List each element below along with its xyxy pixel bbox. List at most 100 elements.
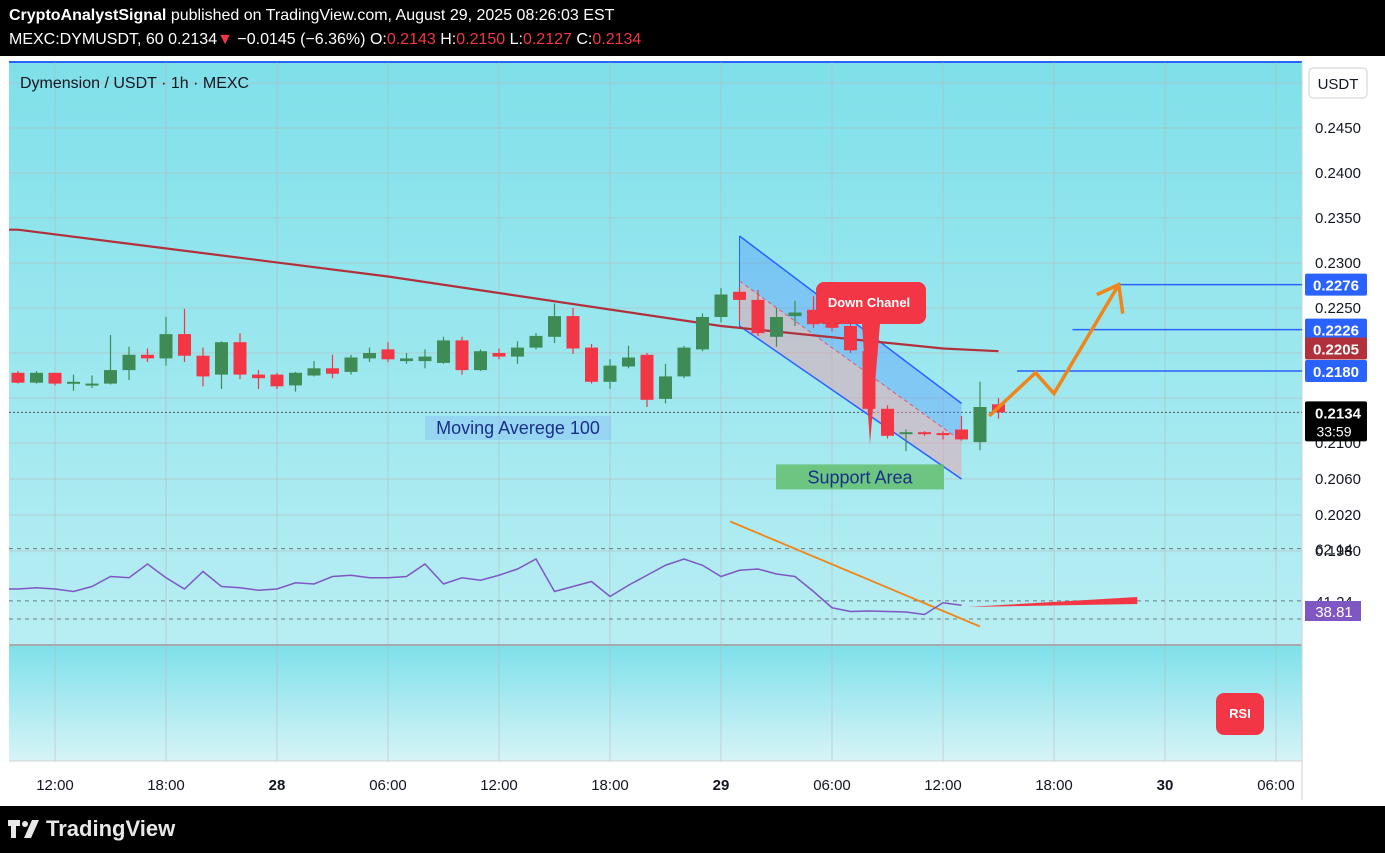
- time-tick-label: 18:00: [147, 777, 185, 794]
- price-tick-label: 0.2060: [1315, 471, 1361, 488]
- candle-body: [622, 357, 635, 367]
- rsi-callout-label: RSI: [1229, 706, 1251, 721]
- candle-body: [973, 407, 987, 443]
- published-text: published on TradingView.com, August 29,…: [170, 7, 615, 24]
- rsi-pane-background: [9, 646, 1302, 761]
- candle-body: [159, 334, 173, 359]
- publish-line: CryptoAnalystSignal published on Trading…: [9, 7, 614, 25]
- price-tag-text: 0.2205: [1313, 342, 1359, 359]
- high-value: 0.2150: [456, 31, 506, 48]
- candle-body: [233, 342, 247, 375]
- price-tag: 0.2276: [1305, 273, 1367, 296]
- price-tick-label: 0.2020: [1315, 507, 1361, 524]
- currency-label: USDT: [1318, 76, 1359, 93]
- tradingview-logo-text: TradingView: [46, 816, 176, 841]
- price-tag: 0.2205: [1305, 337, 1367, 360]
- candle: [677, 345, 691, 379]
- candle-body: [67, 381, 80, 384]
- candle-body: [548, 316, 561, 337]
- candle-body: [566, 316, 580, 349]
- candle: [48, 372, 62, 386]
- close-label: C:: [576, 31, 593, 48]
- candle-body: [585, 347, 598, 382]
- candle-body: [85, 383, 99, 386]
- currency-button[interactable]: USDT: [1308, 67, 1368, 99]
- candle: [585, 344, 598, 384]
- candle-body: [603, 365, 617, 382]
- price-change: −0.0145 (−6.36%): [237, 31, 366, 48]
- time-tick-label: 06:00: [1257, 777, 1295, 794]
- moving-average-label: Moving Averege 100: [425, 416, 611, 440]
- time-axis-background: [9, 761, 1302, 800]
- last-price: 0.2134: [168, 31, 218, 48]
- candle: [640, 353, 654, 407]
- candle-body: [529, 335, 543, 348]
- candle-body: [252, 374, 265, 379]
- time-tick-label: 12:00: [924, 777, 962, 794]
- candle-body: [511, 347, 524, 357]
- down-arrow-icon: ▼: [217, 31, 233, 48]
- price-tick-label: 0.2450: [1315, 120, 1361, 137]
- support-area: Support Area: [776, 464, 944, 490]
- candle: [696, 313, 709, 352]
- candle-body: [196, 355, 210, 377]
- candle-body: [955, 429, 968, 440]
- low-value: 0.2127: [522, 31, 572, 48]
- price-tag: 0.213433:59: [1305, 401, 1367, 442]
- candle-body: [437, 340, 450, 363]
- time-tick-label: 30: [1157, 777, 1174, 794]
- tradingview-logo[interactable]: TradingView: [8, 816, 175, 842]
- candle: [344, 354, 358, 375]
- candle-body: [400, 358, 413, 362]
- candle-body: [418, 356, 432, 362]
- price-tag-text: 0.2226: [1313, 323, 1359, 340]
- ma-label-text: Moving Averege 100: [436, 418, 600, 438]
- candle-countdown: 33:59: [1316, 423, 1351, 439]
- chart-frame[interactable]: Support Area Moving Averege 100 Down Chane…: [0, 56, 1385, 806]
- open-label: O:: [369, 31, 387, 48]
- price-tag: 0.2226: [1305, 318, 1367, 341]
- candle: [30, 371, 43, 384]
- candle-body: [696, 317, 709, 350]
- open-value: 0.2143: [386, 31, 436, 48]
- candle-body: [215, 342, 228, 375]
- down-channel-label: Down Chanel: [828, 295, 910, 310]
- candle-body: [178, 334, 191, 356]
- support-area-label: Support Area: [807, 467, 913, 487]
- price-tick-label: 0.2250: [1315, 300, 1361, 317]
- candle: [881, 405, 894, 439]
- candle-body: [307, 368, 321, 376]
- rsi-tick-label: 62.14: [1315, 542, 1353, 559]
- candle-body: [122, 354, 136, 371]
- time-tick-label: 29: [713, 777, 730, 794]
- time-tick-label: 18:00: [1035, 777, 1073, 794]
- candle-body: [11, 372, 25, 383]
- candle-body: [918, 432, 931, 435]
- candle-body: [48, 372, 62, 384]
- rsi-callout: RSI: [1216, 693, 1264, 735]
- price-tag: 0.2180: [1305, 360, 1367, 382]
- time-tick-label: 12:00: [36, 777, 74, 794]
- candle-body: [270, 374, 284, 387]
- candle-body: [474, 351, 487, 371]
- time-tick-label: 06:00: [369, 777, 407, 794]
- symbol-interval: MEXC:DYMUSDT, 60: [9, 31, 164, 48]
- price-tag-text: 0.2180: [1313, 364, 1359, 381]
- time-tick-label: 18:00: [591, 777, 629, 794]
- publisher-name: CryptoAnalystSignal: [9, 7, 167, 24]
- candle-body: [659, 376, 672, 399]
- price-tick-label: 0.2300: [1315, 255, 1361, 272]
- price-tag-text: 0.2276: [1313, 278, 1359, 295]
- price-tick-label: 0.2350: [1315, 210, 1361, 227]
- price-and-rsi-chart[interactable]: Support Area Moving Averege 100 Down Chane…: [0, 56, 1385, 806]
- candle-body: [936, 433, 950, 436]
- time-tick-label: 28: [269, 777, 286, 794]
- candle-body: [492, 353, 506, 357]
- candle-body: [363, 353, 376, 359]
- candle: [437, 336, 450, 364]
- low-label: L:: [509, 31, 523, 48]
- candle: [455, 336, 469, 375]
- candle-body: [640, 354, 654, 400]
- candle-body: [788, 312, 802, 317]
- rsi-value-tag-text: 38.81: [1315, 604, 1353, 621]
